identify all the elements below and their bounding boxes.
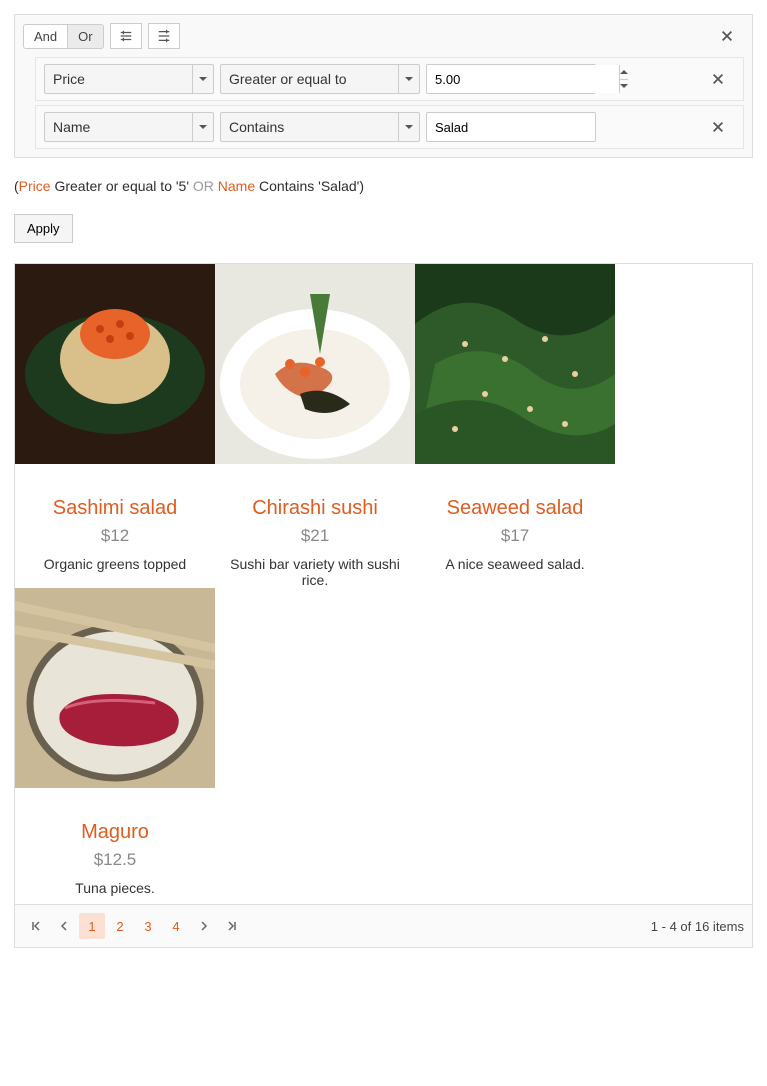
caret-down-icon — [620, 84, 628, 88]
pager-next-button[interactable] — [191, 913, 217, 939]
filter-rule: Name Contains — [35, 105, 744, 149]
caret-up-icon — [620, 70, 628, 74]
logic-toggle: And Or — [23, 24, 104, 49]
expr-text: Greater or equal to '5' — [51, 178, 193, 194]
list-item: Maguro $12.5 Tuna pieces. — [15, 588, 215, 896]
item-image — [15, 264, 215, 464]
field-dropdown[interactable]: Name — [44, 112, 214, 142]
close-icon — [711, 72, 725, 86]
operator-dropdown[interactable]: Contains — [220, 112, 420, 142]
pager-page-button[interactable]: 3 — [135, 913, 161, 939]
delete-rule-button[interactable] — [701, 116, 735, 138]
value-number-input — [426, 64, 596, 94]
add-group-button[interactable] — [148, 23, 180, 49]
value-input[interactable] — [427, 65, 619, 93]
chevron-down-icon — [192, 113, 207, 141]
pager-page-button[interactable]: 4 — [163, 913, 189, 939]
close-group-button[interactable] — [710, 25, 744, 47]
item-title: Maguro — [15, 821, 215, 844]
list-item: Sashimi salad $12 Organic greens topped — [15, 264, 215, 588]
field-value: Price — [45, 71, 213, 87]
list-item: Seaweed salad $17 A nice seaweed salad. — [415, 264, 615, 588]
item-title: Chirashi sushi — [215, 497, 415, 520]
field-dropdown[interactable]: Price — [44, 64, 214, 94]
add-expression-button[interactable] — [110, 23, 142, 49]
operator-value: Greater or equal to — [221, 71, 419, 87]
pager-last-button[interactable] — [219, 913, 245, 939]
list-scroll[interactable]: Sashimi salad $12 Organic greens topped … — [15, 264, 752, 904]
close-icon — [711, 120, 725, 134]
first-page-icon — [31, 921, 41, 931]
items-container: Sashimi salad $12 Organic greens topped … — [15, 264, 752, 896]
filter-rule: Price Greater or equal to — [35, 57, 744, 101]
number-spinners — [619, 65, 628, 93]
pager-first-button[interactable] — [23, 913, 49, 939]
add-expression-icon — [119, 29, 133, 43]
item-price: $21 — [215, 526, 415, 546]
filter-toolbar: And Or — [15, 15, 752, 57]
item-title: Sashimi salad — [15, 497, 215, 520]
prev-page-icon — [60, 921, 68, 931]
pager-page-button[interactable]: 1 — [79, 913, 105, 939]
value-text-input[interactable] — [426, 112, 596, 142]
item-description: Tuna pieces. — [15, 880, 215, 896]
filter-expression: (Price Greater or equal to '5' OR Name C… — [14, 178, 753, 194]
pager-info: 1 - 4 of 16 items — [651, 919, 744, 934]
spin-down-button[interactable] — [620, 80, 628, 94]
list-view: Sashimi salad $12 Organic greens topped … — [14, 263, 753, 948]
and-button[interactable]: And — [23, 24, 68, 49]
list-item: Chirashi sushi $21 Sushi bar variety wit… — [215, 264, 415, 588]
item-description: Organic greens topped — [15, 556, 215, 572]
item-image — [215, 264, 415, 464]
pager: 1 2 3 4 1 - 4 of 16 items — [15, 904, 752, 947]
last-page-icon — [227, 921, 237, 931]
field-value: Name — [45, 119, 213, 135]
or-button[interactable]: Or — [68, 24, 103, 49]
operator-value: Contains — [221, 119, 419, 135]
item-image — [415, 264, 615, 464]
expr-field: Name — [218, 178, 255, 194]
item-price: $17 — [415, 526, 615, 546]
item-image — [15, 588, 215, 788]
chevron-down-icon — [398, 113, 413, 141]
chevron-down-icon — [398, 65, 413, 93]
expr-text: Contains 'Salad') — [255, 178, 364, 194]
pager-prev-button[interactable] — [51, 913, 77, 939]
filter-builder: And Or Price Greater or equal to — [14, 14, 753, 158]
chevron-down-icon — [192, 65, 207, 93]
close-icon — [720, 29, 734, 43]
item-price: $12.5 — [15, 850, 215, 870]
delete-rule-button[interactable] — [701, 68, 735, 90]
item-description: Sushi bar variety with sushi rice. — [215, 556, 415, 588]
item-price: $12 — [15, 526, 215, 546]
spin-up-button[interactable] — [620, 65, 628, 80]
apply-button[interactable]: Apply — [14, 214, 73, 243]
pager-page-button[interactable]: 2 — [107, 913, 133, 939]
expr-field: Price — [19, 178, 51, 194]
item-description: A nice seaweed salad. — [415, 556, 615, 572]
item-title: Seaweed salad — [415, 497, 615, 520]
expr-logic: OR — [193, 178, 214, 194]
add-group-icon — [157, 29, 171, 43]
operator-dropdown[interactable]: Greater or equal to — [220, 64, 420, 94]
next-page-icon — [200, 921, 208, 931]
